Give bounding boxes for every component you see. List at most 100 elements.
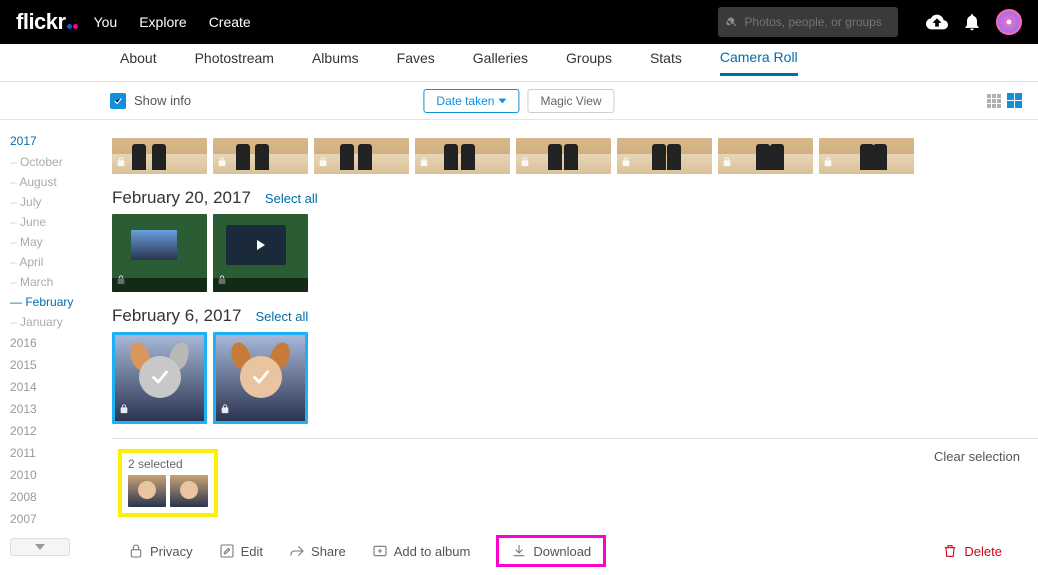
search-icon xyxy=(726,15,738,29)
select-all-0[interactable]: Select all xyxy=(265,191,318,206)
add-to-album-action[interactable]: Add to album xyxy=(372,543,471,559)
clear-selection[interactable]: Clear selection xyxy=(934,449,1020,464)
sidebar-year[interactable]: 2007 xyxy=(10,508,106,530)
photo-thumb[interactable] xyxy=(314,138,409,174)
tab-albums[interactable]: Albums xyxy=(312,50,359,76)
photo-thumb[interactable] xyxy=(516,138,611,174)
download-icon xyxy=(511,543,527,559)
photo-thumb-selected[interactable] xyxy=(213,332,308,424)
sidebar-year[interactable]: 2012 xyxy=(10,420,106,442)
photo-thumb[interactable] xyxy=(718,138,813,174)
sidebar-month[interactable]: July xyxy=(10,192,106,212)
show-info-checkbox[interactable] xyxy=(110,93,126,109)
main-area: 2017 OctoberAugustJulyJuneMayAprilMarchF… xyxy=(0,120,1038,575)
check-icon xyxy=(149,366,171,391)
tab-galleries[interactable]: Galleries xyxy=(473,50,528,76)
profile-subnav: About Photostream Albums Faves Galleries… xyxy=(0,44,1038,82)
lock-icon xyxy=(722,155,732,170)
delete-action[interactable]: Delete xyxy=(942,543,1002,559)
nav-you[interactable]: You xyxy=(94,14,118,30)
date-sidebar: 2017 OctoberAugustJulyJuneMayAprilMarchF… xyxy=(0,120,106,575)
sidebar-month[interactable]: January xyxy=(10,312,106,332)
lock-icon xyxy=(217,273,227,288)
sidebar-year[interactable]: 2015 xyxy=(10,354,106,376)
sidebar-month[interactable]: May xyxy=(10,232,106,252)
edit-icon xyxy=(219,543,235,559)
sidebar-year[interactable]: 2016 xyxy=(10,332,106,354)
nav-explore[interactable]: Explore xyxy=(139,14,186,30)
photo-thumb[interactable] xyxy=(213,138,308,174)
global-nav: flickr You Explore Create xyxy=(0,0,1038,44)
lock-icon xyxy=(128,543,144,559)
sidebar-year[interactable]: 2013 xyxy=(10,398,106,420)
add-album-icon xyxy=(372,543,388,559)
lock-icon xyxy=(217,155,227,170)
lock-icon xyxy=(116,273,126,288)
photo-thumb[interactable] xyxy=(112,138,207,174)
lock-icon xyxy=(220,402,230,417)
notifications-icon[interactable] xyxy=(962,12,982,32)
grid-small-icon[interactable] xyxy=(987,94,1001,108)
account-avatar[interactable] xyxy=(996,9,1022,35)
check-icon xyxy=(250,366,272,391)
edit-action[interactable]: Edit xyxy=(219,543,263,559)
tab-photostream[interactable]: Photostream xyxy=(195,50,274,76)
selection-bar: 2 selected Clear selection Privacy Edit xyxy=(112,438,1038,575)
sidebar-year[interactable]: 2014 xyxy=(10,376,106,398)
search-input[interactable] xyxy=(744,15,890,29)
privacy-action[interactable]: Privacy xyxy=(128,543,193,559)
lock-icon xyxy=(823,155,833,170)
photo-thumb[interactable] xyxy=(819,138,914,174)
sidebar-month[interactable]: April xyxy=(10,252,106,272)
selection-count: 2 selected xyxy=(128,457,208,471)
chevron-down-icon xyxy=(35,544,45,550)
date-taken-dropdown[interactable]: Date taken xyxy=(423,89,519,113)
trash-icon xyxy=(942,543,958,559)
lock-icon xyxy=(419,155,429,170)
lock-icon xyxy=(520,155,530,170)
group-title-1: February 6, 2017 xyxy=(112,306,241,326)
selection-thumb[interactable] xyxy=(128,475,166,507)
flickr-logo[interactable]: flickr xyxy=(16,9,78,35)
share-action[interactable]: Share xyxy=(289,543,346,559)
group-title-0: February 20, 2017 xyxy=(112,188,251,208)
lock-icon xyxy=(318,155,328,170)
tab-about[interactable]: About xyxy=(120,50,157,76)
chevron-down-icon xyxy=(498,97,506,105)
upload-icon[interactable] xyxy=(926,11,948,33)
sidebar-month[interactable]: March xyxy=(10,272,106,292)
search-box[interactable] xyxy=(718,7,898,37)
select-all-1[interactable]: Select all xyxy=(255,309,308,324)
sidebar-month[interactable]: February xyxy=(10,292,106,312)
sidebar-expand[interactable] xyxy=(10,538,70,556)
lock-icon xyxy=(116,155,126,170)
lock-icon xyxy=(119,402,129,417)
sidebar-year[interactable]: 2011 xyxy=(10,442,106,464)
camera-roll-content: /*placeholder*/ February 20, 2017 Select… xyxy=(106,120,1038,575)
show-info-label: Show info xyxy=(134,93,191,108)
selection-highlight: 2 selected xyxy=(118,449,218,517)
tab-stats[interactable]: Stats xyxy=(650,50,682,76)
grid-large-icon[interactable] xyxy=(1007,93,1022,108)
sidebar-year-active[interactable]: 2017 xyxy=(10,130,106,152)
photo-thumb[interactable] xyxy=(112,214,207,292)
magic-view-button[interactable]: Magic View xyxy=(527,89,614,113)
options-row: Show info Date taken Magic View xyxy=(0,82,1038,120)
sidebar-month[interactable]: August xyxy=(10,172,106,192)
action-bar: Privacy Edit Share Add to album Download xyxy=(118,517,1020,575)
selection-thumb[interactable] xyxy=(170,475,208,507)
photo-thumb[interactable] xyxy=(415,138,510,174)
sidebar-month[interactable]: October xyxy=(10,152,106,172)
lock-icon xyxy=(621,155,631,170)
sidebar-year[interactable]: 2010 xyxy=(10,464,106,486)
sidebar-month[interactable]: June xyxy=(10,212,106,232)
photo-thumb-selected[interactable] xyxy=(112,332,207,424)
tab-faves[interactable]: Faves xyxy=(397,50,435,76)
photo-thumb[interactable] xyxy=(617,138,712,174)
photo-thumb[interactable] xyxy=(213,214,308,292)
sidebar-year[interactable]: 2008 xyxy=(10,486,106,508)
tab-groups[interactable]: Groups xyxy=(566,50,612,76)
nav-create[interactable]: Create xyxy=(209,14,251,30)
tab-camera-roll[interactable]: Camera Roll xyxy=(720,49,798,76)
share-icon xyxy=(289,543,305,559)
